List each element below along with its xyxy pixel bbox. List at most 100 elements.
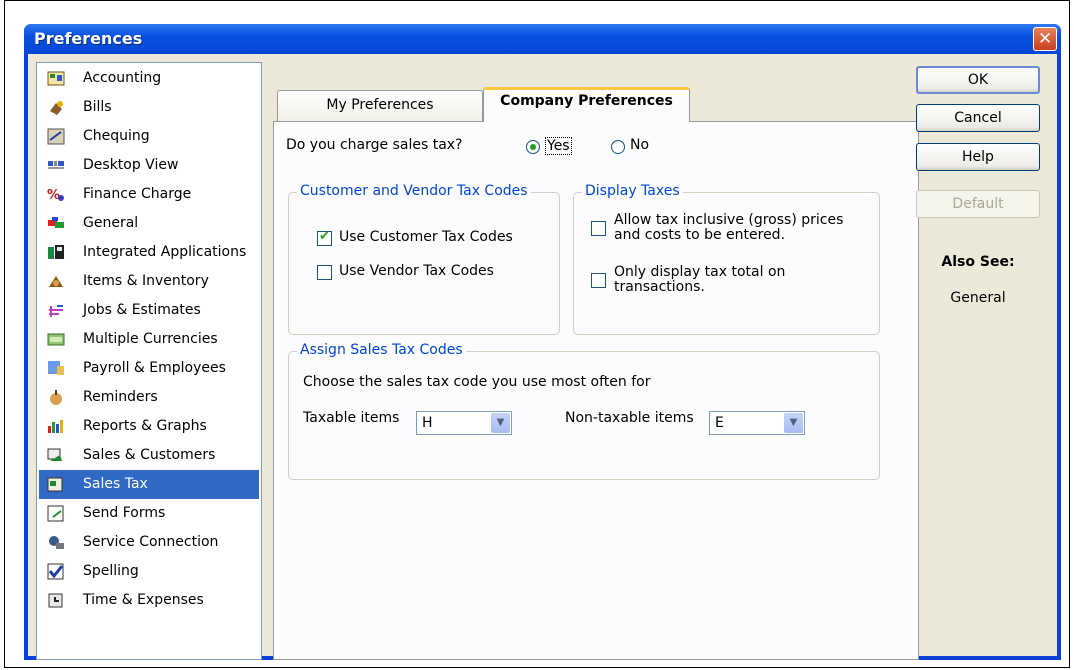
category-item-payroll-employees[interactable]: Payroll & Employees bbox=[39, 354, 259, 383]
taxable-items-label: Taxable items bbox=[303, 410, 400, 426]
no-radio-label[interactable]: No bbox=[630, 137, 649, 153]
only-display-tax-total-line1: Only display tax total on bbox=[614, 264, 786, 280]
non-taxable-items-select[interactable]: E ▼ bbox=[709, 411, 805, 435]
category-item-reminders[interactable]: Reminders bbox=[39, 383, 259, 412]
taxable-items-value: H bbox=[422, 415, 433, 431]
allow-tax-inclusive-checkbox[interactable] bbox=[591, 221, 606, 236]
category-label: Send Forms bbox=[83, 505, 166, 521]
only-display-tax-total-label[interactable]: Only display tax total on transactions. bbox=[614, 265, 785, 295]
multiple-currencies-icon bbox=[47, 333, 65, 346]
category-label: Service Connection bbox=[83, 534, 219, 550]
category-label: Sales & Customers bbox=[83, 447, 216, 463]
category-label: Reminders bbox=[83, 389, 158, 405]
category-label: Time & Expenses bbox=[83, 592, 204, 608]
sales-tax-icon bbox=[47, 477, 63, 492]
category-item-accounting[interactable]: Accounting bbox=[39, 64, 259, 93]
category-label: Desktop View bbox=[83, 157, 179, 173]
non-taxable-items-label: Non-taxable items bbox=[565, 410, 694, 426]
category-item-general[interactable]: General bbox=[39, 209, 259, 238]
category-item-time-expenses[interactable]: Time & Expenses bbox=[39, 586, 259, 615]
sales-customers-icon bbox=[47, 448, 62, 461]
jobs-estimates-icon bbox=[49, 305, 63, 317]
group-title: Customer and Vendor Tax Codes bbox=[297, 183, 531, 199]
close-button[interactable]: ✕ bbox=[1033, 27, 1057, 51]
category-item-sales-customers[interactable]: Sales & Customers bbox=[39, 441, 259, 470]
tab-company-preferences[interactable]: Company Preferences bbox=[483, 87, 690, 122]
category-label: General bbox=[83, 215, 139, 231]
reminders-icon bbox=[50, 390, 62, 405]
category-label: Sales Tax bbox=[83, 476, 148, 492]
general-icon bbox=[48, 217, 64, 228]
accounting-icon bbox=[47, 71, 65, 86]
send-forms-icon bbox=[47, 505, 64, 522]
preferences-category-list[interactable]: Accounting Bills Chequing Desktop View %… bbox=[36, 62, 262, 660]
category-label: Finance Charge bbox=[83, 186, 192, 202]
display-taxes-group: Display Taxes Allow tax inclusive (gross… bbox=[573, 183, 880, 335]
allow-tax-inclusive-label[interactable]: Allow tax inclusive (gross) prices and c… bbox=[614, 213, 843, 243]
category-item-spelling[interactable]: Spelling bbox=[39, 557, 259, 586]
category-item-chequing[interactable]: Chequing bbox=[39, 122, 259, 151]
reports-graphs-icon bbox=[48, 420, 63, 433]
company-preferences-panel: Do you charge sales tax? Yes No Customer… bbox=[273, 121, 919, 660]
yes-radio[interactable] bbox=[526, 140, 540, 154]
category-item-integrated-applications[interactable]: Integrated Applications bbox=[39, 238, 259, 267]
service-connection-icon bbox=[49, 536, 64, 549]
category-item-sales-tax[interactable]: Sales Tax bbox=[39, 470, 259, 499]
only-display-tax-total-checkbox[interactable] bbox=[591, 273, 606, 288]
non-taxable-items-value: E bbox=[715, 415, 724, 431]
tab-label: Company Preferences bbox=[500, 93, 673, 109]
default-button[interactable]: Default bbox=[916, 190, 1040, 218]
category-label: Jobs & Estimates bbox=[83, 302, 201, 318]
use-vendor-tax-codes-label[interactable]: Use Vendor Tax Codes bbox=[339, 263, 494, 279]
tab-label: My Preferences bbox=[326, 97, 434, 113]
bills-icon bbox=[50, 101, 63, 115]
category-label: Spelling bbox=[83, 563, 139, 579]
items-inventory-icon bbox=[49, 276, 63, 287]
svg-text:%: % bbox=[47, 188, 60, 203]
chevron-down-icon[interactable]: ▼ bbox=[491, 413, 510, 433]
category-label: Payroll & Employees bbox=[83, 360, 226, 376]
window-title: Preferences bbox=[34, 29, 143, 48]
category-item-items-inventory[interactable]: Items & Inventory bbox=[39, 267, 259, 296]
category-item-send-forms[interactable]: Send Forms bbox=[39, 499, 259, 528]
category-item-bills[interactable]: Bills bbox=[39, 93, 259, 122]
category-item-finance-charge[interactable]: % Finance Charge bbox=[39, 180, 259, 209]
category-item-multiple-currencies[interactable]: Multiple Currencies bbox=[39, 325, 259, 354]
use-customer-tax-codes-checkbox[interactable] bbox=[317, 229, 332, 246]
taxable-items-select[interactable]: H ▼ bbox=[416, 411, 512, 435]
category-item-jobs-estimates[interactable]: Jobs & Estimates bbox=[39, 296, 259, 325]
integrated-applications-icon bbox=[48, 245, 64, 259]
no-radio[interactable] bbox=[611, 140, 625, 154]
tab-my-preferences[interactable]: My Preferences bbox=[277, 90, 483, 121]
use-customer-tax-codes-label[interactable]: Use Customer Tax Codes bbox=[339, 229, 513, 245]
desktop-view-icon bbox=[48, 161, 64, 169]
category-label: Accounting bbox=[83, 70, 162, 86]
also-see-general-link[interactable]: General bbox=[916, 290, 1040, 306]
close-icon: ✕ bbox=[1038, 29, 1053, 49]
allow-tax-inclusive-line2: and costs to be entered. bbox=[614, 227, 786, 243]
chevron-down-icon[interactable]: ▼ bbox=[784, 413, 803, 433]
help-button[interactable]: Help bbox=[916, 143, 1040, 171]
category-item-service-connection[interactable]: Service Connection bbox=[39, 528, 259, 557]
only-display-tax-total-line2: transactions. bbox=[614, 279, 705, 295]
payroll-employees-icon bbox=[48, 361, 64, 375]
category-label: Integrated Applications bbox=[83, 244, 247, 260]
assign-sales-tax-codes-group: Assign Sales Tax Codes Choose the sales … bbox=[288, 342, 880, 480]
ok-button[interactable]: OK bbox=[916, 66, 1040, 94]
use-vendor-tax-codes-checkbox[interactable] bbox=[317, 265, 332, 280]
allow-tax-inclusive-line1: Allow tax inclusive (gross) prices bbox=[614, 212, 844, 228]
group-title: Display Taxes bbox=[582, 183, 683, 199]
assign-codes-description: Choose the sales tax code you use most o… bbox=[303, 374, 651, 390]
category-item-desktop-view[interactable]: Desktop View bbox=[39, 151, 259, 180]
category-label: Items & Inventory bbox=[83, 273, 209, 289]
customer-vendor-tax-codes-group: Customer and Vendor Tax Codes Use Custom… bbox=[288, 183, 560, 335]
preferences-dialog: Preferences ✕ Accounting Bills Chequing … bbox=[24, 24, 1061, 660]
time-expenses-icon bbox=[48, 593, 63, 608]
category-label: Multiple Currencies bbox=[83, 331, 218, 347]
category-item-reports-graphs[interactable]: Reports & Graphs bbox=[39, 412, 259, 441]
cancel-button[interactable]: Cancel bbox=[916, 104, 1040, 132]
chequing-icon bbox=[47, 128, 65, 145]
title-bar[interactable]: Preferences ✕ bbox=[24, 24, 1061, 54]
yes-radio-label[interactable]: Yes bbox=[545, 137, 572, 155]
group-title: Assign Sales Tax Codes bbox=[297, 342, 466, 358]
